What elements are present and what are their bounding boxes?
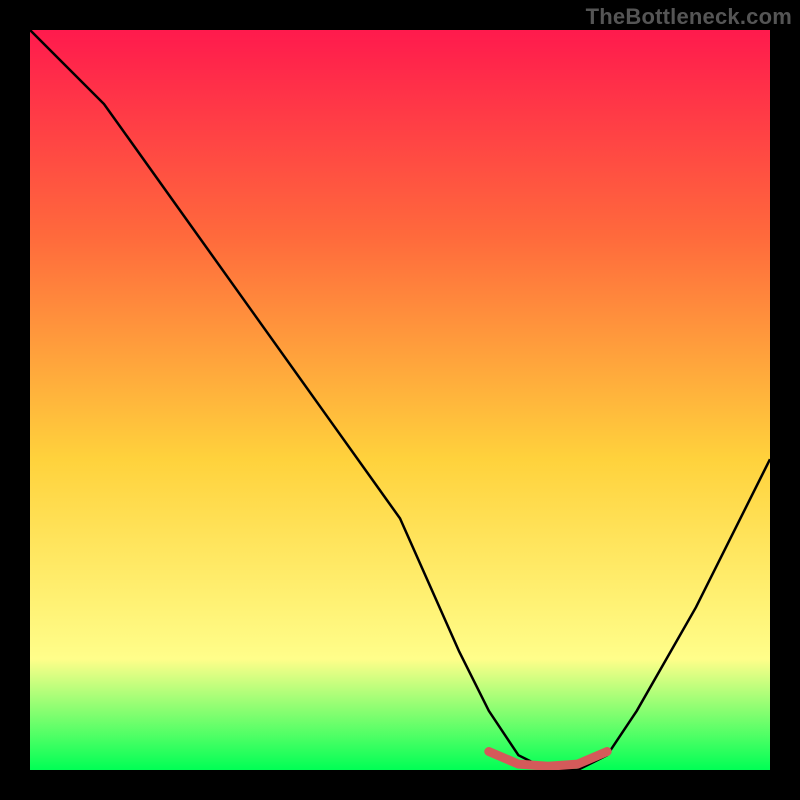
gradient-background xyxy=(30,30,770,770)
plot-area xyxy=(30,30,770,770)
chart-frame: TheBottleneck.com xyxy=(0,0,800,800)
watermark-text: TheBottleneck.com xyxy=(586,4,792,30)
chart-svg xyxy=(30,30,770,770)
